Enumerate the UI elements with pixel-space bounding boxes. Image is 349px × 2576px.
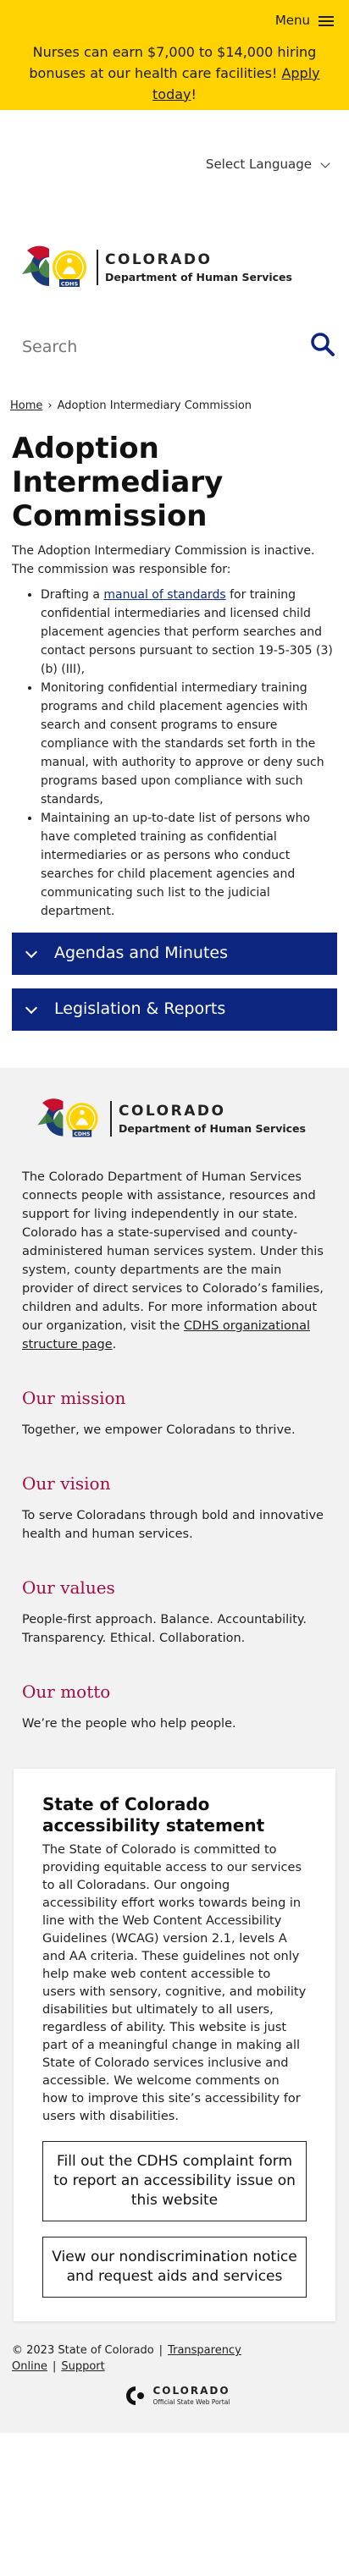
mission-text: Together, we empower Coloradans to thriv…: [22, 1423, 296, 1437]
copyright-text: © 2023 State of Colorado: [12, 2344, 154, 2357]
breadcrumb: Home › Adoption Intermediary Commission: [0, 398, 349, 432]
footer-logo-row: CDHS COLORADO Department of Human Servic…: [0, 1093, 349, 1153]
logo-state-name: COLORADO: [119, 1102, 226, 1120]
bottom-bar: © 2023 State of Colorado | Transparency On…: [12, 2344, 241, 2373]
support-link[interactable]: Support: [61, 2360, 104, 2373]
hamburger-icon: [319, 16, 334, 26]
logo-state-name: COLORADO: [105, 250, 213, 268]
logo-wordmark: COLORADO Department of Human Services: [97, 249, 292, 286]
cdhs-logo[interactable]: CDHS COLORADO Department of Human Servic…: [20, 240, 292, 294]
state-portal-wordmark: COLORADO Official State Web Portal: [152, 2384, 230, 2408]
state-portal-name: COLORADO: [152, 2384, 230, 2397]
logo-department-name: Department of Human Services: [119, 1122, 306, 1136]
accordion-legislation-reports[interactable]: Legislation & Reports: [12, 988, 337, 1031]
top-bar: Menu: [0, 0, 349, 42]
vision-section: Our vision To serve Coloradans through b…: [0, 1472, 349, 1544]
language-select-label: Select Language: [205, 157, 312, 172]
accessibility-heading: State of Colorado accessibility statemen…: [42, 1794, 265, 1836]
menu-label: Menu: [274, 13, 310, 29]
vision-text: To serve Coloradans through bold and inn…: [22, 1509, 324, 1541]
language-row: Select Language: [0, 110, 349, 237]
breadcrumb-current: Adoption Intermediary Commission: [57, 399, 252, 412]
vision-heading: Our vision: [22, 1473, 111, 1494]
values-text: People-first approach. Balance. Accounta…: [22, 1613, 307, 1645]
accordion-agendas-and-minutes[interactable]: Agendas and Minutes: [12, 933, 337, 975]
responsibilities-list: Drafting a manual of standards for train…: [0, 579, 349, 921]
state-portal-subtitle: Official State Web Portal: [152, 2398, 230, 2407]
accessibility-text: The State of Colorado is committed to pr…: [42, 1843, 307, 2123]
footer-cdhs-logo[interactable]: CDHS COLORADO Department of Human Servic…: [34, 1093, 306, 1144]
colorado-c-logo-icon: CDHS: [22, 245, 86, 288]
search-bar: [0, 322, 349, 398]
mission-section: Our mission Together, we empower Colorad…: [0, 1386, 349, 1439]
logo-badge-text: CDHS: [74, 1131, 90, 1137]
language-select[interactable]: Select Language: [205, 156, 330, 174]
chevron-down-icon: [25, 1001, 38, 1014]
breadcrumb-separator: ›: [47, 399, 53, 412]
accordion-label: Agendas and Minutes: [54, 944, 229, 963]
colorado-c-icon: [126, 2386, 145, 2405]
list-item: Drafting a manual of standards for train…: [41, 586, 335, 679]
accessibility-card: State of Colorado accessibility statemen…: [14, 1769, 335, 2321]
mission-heading: Our mission: [22, 1388, 126, 1408]
chevron-down-icon: [25, 945, 38, 958]
logo-badge-text: CDHS: [61, 281, 79, 288]
accordion-label: Legislation & Reports: [54, 999, 226, 1019]
state-portal-logo[interactable]: COLORADO Official State Web Portal: [0, 2384, 349, 2433]
logo-department-name: Department of Human Services: [105, 271, 292, 284]
manual-of-standards-link[interactable]: manual of standards: [103, 588, 225, 602]
search-icon[interactable]: [310, 332, 335, 357]
complaint-form-button[interactable]: Fill out the CDHS complaint form to repo…: [42, 2141, 307, 2221]
menu-button[interactable]: Menu: [275, 12, 334, 30]
breadcrumb-home-link[interactable]: Home: [10, 399, 42, 412]
header-logo-row: CDHS COLORADO Department of Human Servic…: [0, 237, 349, 322]
list-item: Monitoring confidential intermediary tra…: [41, 679, 335, 809]
colorado-c-logo-icon: CDHS: [37, 1098, 98, 1137]
alert-banner: Nurses can earn $7,000 to $14,000 hiring…: [0, 42, 349, 110]
intro-text: The Adoption Intermediary Commission is …: [12, 544, 315, 576]
page-title: Adoption Intermediary Commission: [12, 432, 224, 533]
list-item: Maintaining an up-to-date list of person…: [41, 809, 335, 921]
footer-about-text: The Colorado Department of Human Service…: [22, 1170, 324, 1351]
site-footer: CDHS COLORADO Department of Human Servic…: [0, 1068, 349, 2433]
motto-section: Our motto We’re the people who help peop…: [0, 1680, 349, 1733]
accordion: Agendas and Minutes Legislation & Report…: [0, 921, 349, 1031]
nondiscrimination-notice-button[interactable]: View our nondiscrimination notice and re…: [42, 2237, 307, 2298]
values-section: Our values People-first approach. Balanc…: [0, 1576, 349, 1648]
motto-heading: Our motto: [22, 1682, 111, 1702]
values-heading: Our values: [22, 1577, 115, 1598]
chevron-down-icon: [320, 158, 330, 168]
search-input[interactable]: [22, 330, 276, 364]
alert-text: Nurses can earn $7,000 to $14,000 hiring…: [29, 44, 317, 81]
motto-text: We’re the people who help people.: [22, 1717, 236, 1731]
logo-wordmark: COLORADO Department of Human Services: [110, 1100, 306, 1137]
